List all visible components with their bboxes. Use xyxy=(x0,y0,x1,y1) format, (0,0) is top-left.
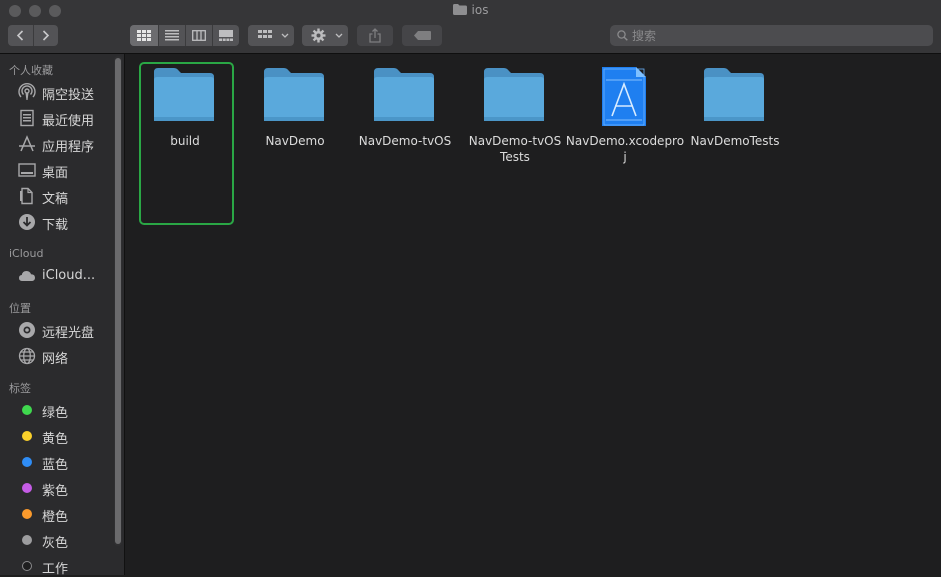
sidebar-item-airdrop[interactable]: 隔空投送 xyxy=(18,81,118,103)
sidebar-item-tag-gray[interactable]: 灰色 xyxy=(18,529,118,551)
search-field[interactable]: 搜索 xyxy=(610,25,933,46)
sidebar-item-label: 应用程序 xyxy=(42,140,95,155)
sidebar-item-tag-yellow[interactable]: 黄色 xyxy=(18,425,118,447)
file-name: NavDemo xyxy=(265,134,325,148)
sidebar-scrollbar[interactable] xyxy=(114,56,122,546)
sidebar-item-label: 远程光盘 xyxy=(42,326,95,341)
search-icon xyxy=(617,30,628,41)
folder-icon xyxy=(264,68,324,121)
window-title: ios xyxy=(0,3,941,17)
icloud-header: iCloud xyxy=(9,247,44,260)
file-name: NavDemoTests xyxy=(690,134,780,148)
tag-button[interactable] xyxy=(402,25,442,46)
sidebar-item-label: 桌面 xyxy=(42,166,69,181)
blue-tag-icon xyxy=(22,457,32,467)
gallery-view-icon[interactable] xyxy=(219,30,233,41)
orange-tag-icon xyxy=(22,509,32,519)
sidebar-item-label: 绿色 xyxy=(42,406,69,421)
folder-icon xyxy=(484,68,544,121)
remote-disc-icon xyxy=(19,322,35,338)
applications-icon xyxy=(19,135,35,152)
sidebar-item-applications[interactable]: 应用程序 xyxy=(18,133,118,155)
sidebar-item-downloads[interactable]: 下载 xyxy=(18,211,118,233)
list-view-icon[interactable] xyxy=(165,30,179,41)
group-icon xyxy=(258,30,272,38)
yellow-tag-icon xyxy=(22,431,32,441)
icloud-icon xyxy=(19,271,35,281)
sidebar-item-tag-orange[interactable]: 橙色 xyxy=(18,503,118,525)
sidebar-item-label: 灰色 xyxy=(42,536,69,551)
sidebar-item-tag-work[interactable]: 工作 xyxy=(18,555,118,577)
file-name: NavDemo.xcodeproj xyxy=(565,134,685,164)
file-name: build xyxy=(170,134,200,148)
folder-icon xyxy=(452,4,467,15)
sidebar-item-recents[interactable]: 最近使用 xyxy=(18,107,118,129)
sidebar-item-label: 工作 xyxy=(42,562,69,577)
sidebar-item-tag-purple[interactable]: 紫色 xyxy=(18,477,118,499)
sidebar-item-tag-green[interactable]: 绿色 xyxy=(18,399,118,421)
sidebar: 个人收藏 隔空投送 最近使用 应用程序 桌面 文稿 下载 iCloud iClo… xyxy=(0,54,125,577)
sidebar-item-label: 网络 xyxy=(42,352,69,367)
folder-icon xyxy=(704,68,764,121)
sidebar-item-label: 文稿 xyxy=(42,192,69,207)
title-bar: ios 搜索 xyxy=(0,0,941,54)
action-button[interactable] xyxy=(302,25,348,46)
favorites-header: 个人收藏 xyxy=(9,64,53,77)
purple-tag-icon xyxy=(22,483,32,493)
chevron-down-icon xyxy=(281,33,289,38)
tag-icon xyxy=(414,31,431,40)
gear-icon xyxy=(311,28,326,43)
window-title-text: ios xyxy=(471,3,489,17)
sidebar-item-label: 蓝色 xyxy=(42,458,69,473)
folder-icon xyxy=(374,68,434,121)
sidebar-item-label: 紫色 xyxy=(42,484,69,499)
group-by-button[interactable] xyxy=(248,25,294,46)
sidebar-item-label: 下载 xyxy=(42,218,69,233)
recents-icon xyxy=(20,109,34,127)
gray-tag-icon xyxy=(22,535,32,545)
green-tag-icon xyxy=(22,405,32,415)
finder-window: ios 搜索 个人收藏 隔空投送 最近使用 应用程序 桌面 文稿 下载 iClo… xyxy=(0,0,941,577)
sidebar-item-label: 隔空投送 xyxy=(42,88,95,103)
sidebar-scroll-thumb[interactable] xyxy=(115,58,121,544)
search-placeholder: 搜索 xyxy=(632,29,657,43)
work-tag-icon xyxy=(22,561,32,571)
sidebar-item-label: 最近使用 xyxy=(42,114,95,129)
sidebar-item-documents[interactable]: 文稿 xyxy=(18,185,118,207)
file-grid: build NavDemo NavDemo-tvOS NavDemo-tvOST… xyxy=(125,54,941,575)
sidebar-item-network[interactable]: 网络 xyxy=(18,345,118,367)
sidebar-item-tag-blue[interactable]: 蓝色 xyxy=(18,451,118,473)
forward-icon[interactable] xyxy=(42,30,50,41)
network-icon xyxy=(18,347,36,365)
chevron-down-icon xyxy=(335,33,343,38)
icon-view-icon[interactable] xyxy=(137,30,151,41)
column-view-icon[interactable] xyxy=(192,30,206,41)
back-icon[interactable] xyxy=(16,30,24,41)
sidebar-item-desktop[interactable]: 桌面 xyxy=(18,159,118,181)
folder-icon xyxy=(154,68,214,121)
desktop-icon xyxy=(18,163,36,177)
sidebar-item-remote-disc[interactable]: 远程光盘 xyxy=(18,319,118,341)
xcodeproj-icon xyxy=(602,67,646,126)
sidebar-item-icloud[interactable]: iCloud... xyxy=(18,265,118,287)
file-name: NavDemo-tvOSTests xyxy=(468,134,562,164)
back-forward-group xyxy=(8,25,58,46)
documents-icon xyxy=(20,187,33,205)
view-mode-group xyxy=(130,25,239,46)
tags-header: 标签 xyxy=(9,382,31,395)
sidebar-item-label: 黄色 xyxy=(42,432,69,447)
locations-header: 位置 xyxy=(9,302,31,315)
sidebar-item-label: 橙色 xyxy=(42,510,69,525)
file-name: NavDemo-tvOS xyxy=(358,134,452,148)
share-icon xyxy=(369,28,381,43)
airdrop-icon xyxy=(18,83,36,100)
share-button[interactable] xyxy=(357,25,393,46)
downloads-icon xyxy=(19,214,35,230)
sidebar-item-label: iCloud... xyxy=(42,268,96,283)
